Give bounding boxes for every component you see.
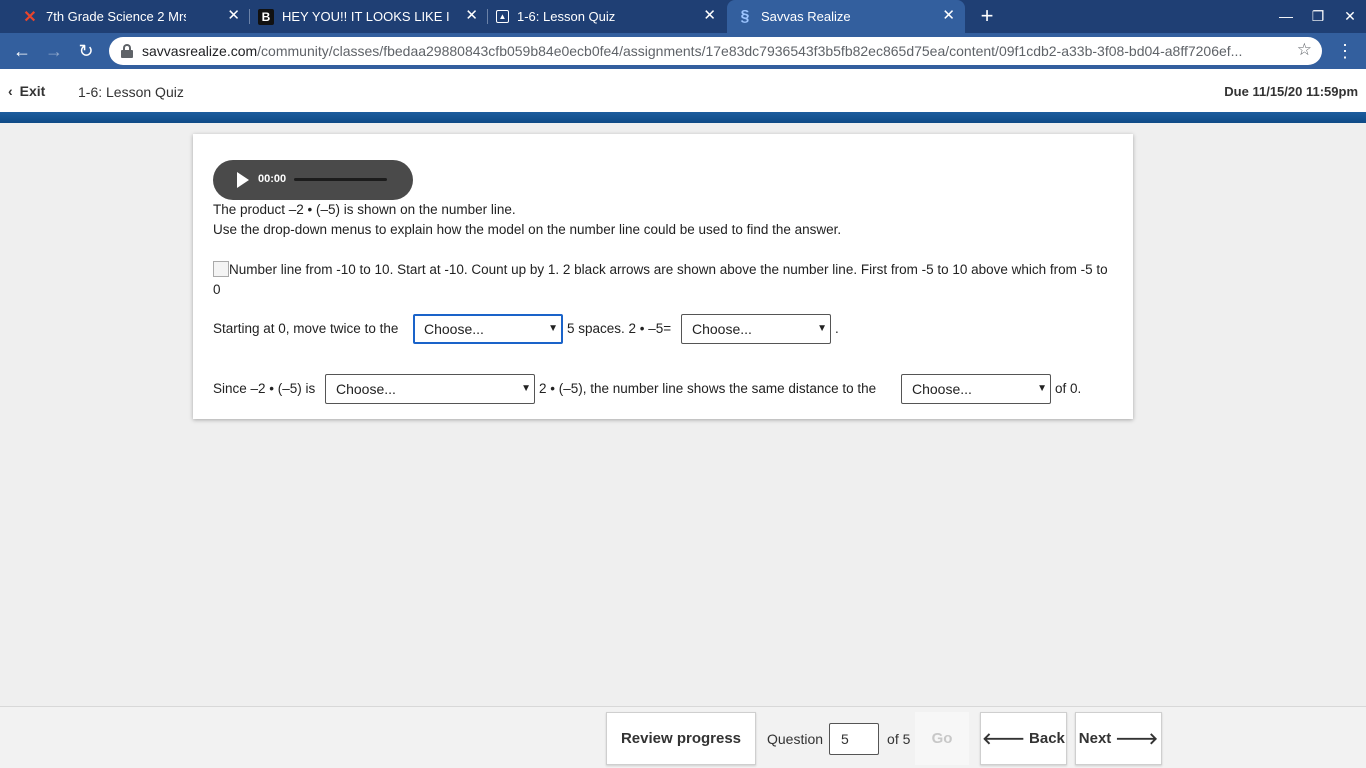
- dropdown-value: Choose...: [912, 381, 972, 397]
- address-bar[interactable]: savvasrealize.com/community/classes/fbed…: [109, 37, 1322, 65]
- play-icon[interactable]: [237, 172, 249, 188]
- next-button[interactable]: Next 🡒: [1075, 712, 1162, 765]
- audio-player[interactable]: 00:00: [213, 160, 413, 200]
- go-label: Go: [931, 730, 953, 747]
- next-label: Next: [1078, 730, 1112, 747]
- exit-button[interactable]: ‹ Exit: [8, 83, 45, 99]
- bookmark-star-icon[interactable]: ☆: [1297, 40, 1312, 60]
- arrow-left-icon: 🡐: [982, 731, 1026, 748]
- answer-sentence-2: Since –2 • (–5) is Choose... ▼ 2 • (–5),…: [213, 374, 1113, 404]
- question-number-input[interactable]: 5: [829, 722, 880, 755]
- dropdown-arrow-icon: ▼: [817, 323, 827, 334]
- restore-icon[interactable]: ❐: [1302, 0, 1334, 33]
- dropdown-value: Choose...: [692, 321, 752, 337]
- chevron-left-icon: ‹: [8, 83, 13, 99]
- reload-icon[interactable]: ↻: [73, 38, 99, 64]
- arrow-right-icon: 🡒: [1115, 731, 1159, 748]
- back-button[interactable]: 🡐 Back: [980, 712, 1067, 765]
- minimize-icon[interactable]: —: [1270, 0, 1302, 33]
- back-arrow-icon[interactable]: ←: [9, 38, 35, 64]
- red-x-icon: ✕: [23, 8, 37, 26]
- forward-arrow-icon[interactable]: →: [41, 38, 67, 64]
- direction-dropdown[interactable]: Choose... ▼: [413, 314, 563, 344]
- dropdown-arrow-icon: ▼: [548, 323, 558, 334]
- browser-tab-science[interactable]: ✕ 7th Grade Science 2 Mrs. Harrison ✕: [0, 0, 250, 33]
- tab-title: 7th Grade Science 2 Mrs. Harrison: [46, 9, 186, 24]
- browser-toolbar: ← → ↻ savvasrealize.com/community/classe…: [0, 33, 1366, 69]
- url-text: savvasrealize.com/community/classes/fbed…: [142, 43, 1243, 59]
- dropdown-value: Choose...: [424, 321, 484, 337]
- side-dropdown[interactable]: Choose... ▼: [901, 374, 1051, 404]
- browser-tab-strip: ✕ 7th Grade Science 2 Mrs. Harrison ✕ B …: [0, 0, 1366, 33]
- audio-progress-track[interactable]: [294, 178, 387, 181]
- tab-title: 1-6: Lesson Quiz: [517, 9, 616, 24]
- product-dropdown[interactable]: Choose... ▼: [681, 314, 831, 344]
- sentence-text: .: [835, 321, 839, 336]
- sentence-text: Since –2 • (–5) is: [213, 381, 316, 396]
- window-close-icon[interactable]: ✕: [1334, 0, 1366, 33]
- answer-sentence-1: Starting at 0, move twice to the Choose.…: [213, 314, 1113, 344]
- question-prompt-line2: Use the drop-down menus to explain how t…: [213, 222, 842, 237]
- question-prompt-line1: The product –2 • (–5) is shown on the nu…: [213, 202, 516, 217]
- quiz-footer: Review progress Question 5 of 5 Go 🡐 Bac…: [0, 706, 1366, 768]
- close-tab-icon[interactable]: ✕: [942, 8, 955, 24]
- savvas-icon: §: [740, 7, 750, 25]
- review-progress-label: Review progress: [620, 730, 742, 747]
- sentence-text: Starting at 0, move twice to the: [213, 321, 399, 336]
- number-line-image: Number line from -10 to 10. Start at -10…: [213, 260, 1113, 300]
- due-date: Due 11/15/20 11:59pm: [1224, 84, 1358, 99]
- dropdown-value: Choose...: [336, 381, 396, 397]
- question-label: Question: [767, 730, 824, 747]
- lesson-title: 1-6: Lesson Quiz: [78, 84, 184, 100]
- back-label: Back: [1029, 730, 1065, 747]
- lock-icon: [121, 44, 133, 58]
- question-total: of 5: [887, 730, 911, 747]
- header-band: [0, 112, 1366, 123]
- close-tab-icon[interactable]: ✕: [703, 8, 716, 24]
- go-button[interactable]: Go: [915, 712, 969, 765]
- audio-time: 00:00: [258, 173, 287, 185]
- broken-image-icon: [213, 261, 229, 277]
- dropdown-arrow-icon: ▼: [1037, 383, 1047, 394]
- browser-tab-lesson-quiz[interactable]: ▲ 1-6: Lesson Quiz ✕: [474, 0, 726, 33]
- comparison-dropdown[interactable]: Choose... ▼: [325, 374, 535, 404]
- tab-title: Savvas Realize: [761, 9, 851, 24]
- question-card: 00:00 The product –2 • (–5) is shown on …: [193, 134, 1133, 419]
- sentence-text: of 0.: [1055, 381, 1082, 396]
- image-alt-text: Number line from -10 to 10. Start at -10…: [213, 262, 1108, 297]
- app-header: ‹ Exit 1-6: Lesson Quiz Due 11/15/20 11:…: [0, 69, 1366, 112]
- sentence-text: 5 spaces. 2 • –5=: [567, 321, 672, 336]
- review-progress-button[interactable]: Review progress: [606, 712, 756, 765]
- tab-title: HEY YOU!! IT LOOKS LIKE I FORGOT: [282, 9, 454, 24]
- browser-menu-icon[interactable]: ⋮: [1336, 39, 1354, 63]
- sentence-text: 2 • (–5), the number line shows the same…: [539, 381, 877, 396]
- dropdown-arrow-icon: ▼: [521, 383, 531, 394]
- browser-tab-hey-you[interactable]: B HEY YOU!! IT LOOKS LIKE I FORGOT ✕: [236, 0, 488, 33]
- exit-label: Exit: [19, 83, 46, 99]
- b-logo-icon: B: [258, 8, 274, 25]
- browser-tab-savvas[interactable]: § Savvas Realize ✕: [727, 0, 965, 33]
- new-tab-plus-icon[interactable]: +: [976, 4, 998, 28]
- classroom-icon: ▲: [496, 10, 509, 23]
